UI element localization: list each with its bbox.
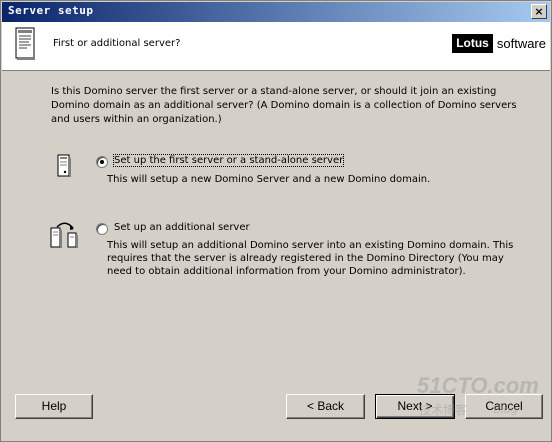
- lotus-software-logo: Lotus software: [452, 34, 546, 53]
- help-button-label: Help: [41, 399, 67, 413]
- header-panel: First or additional server? Lotus softwa…: [2, 22, 550, 71]
- document-icon: [15, 27, 35, 60]
- back-button[interactable]: < Back: [286, 394, 365, 419]
- next-button-label: Next >: [397, 399, 433, 413]
- server-icon: [57, 154, 71, 177]
- logo-brand: Lotus: [452, 34, 493, 53]
- help-button[interactable]: Help: [15, 394, 93, 419]
- next-button[interactable]: Next >: [375, 394, 455, 419]
- option-additional-server-label[interactable]: Set up an additional server: [114, 222, 250, 233]
- intro-text: Is this Domino server the first server o…: [51, 86, 517, 125]
- radio-additional-server[interactable]: [96, 223, 108, 235]
- cancel-button-label: Cancel: [485, 399, 523, 413]
- page-title: First or additional server?: [53, 38, 181, 49]
- back-button-label: < Back: [306, 399, 345, 413]
- radio-first-server[interactable]: [96, 156, 108, 168]
- option-first-server-description: This will setup a new Domino Server and …: [107, 174, 431, 185]
- logo-suffix: software: [496, 36, 546, 51]
- option-first-server-label[interactable]: Set up the first server or a stand-alone…: [112, 154, 345, 167]
- cancel-button[interactable]: Cancel: [465, 394, 543, 419]
- option-additional-server-description: This will setup an additional Domino ser…: [107, 240, 514, 277]
- close-icon: ×: [534, 5, 544, 18]
- close-button[interactable]: ×: [531, 4, 547, 19]
- server-join-icon: [50, 222, 78, 248]
- setup-dialog: Server setup × First or additional serve…: [0, 0, 552, 442]
- title-bar[interactable]: Server setup ×: [2, 2, 550, 22]
- window-title: Server setup: [8, 4, 94, 17]
